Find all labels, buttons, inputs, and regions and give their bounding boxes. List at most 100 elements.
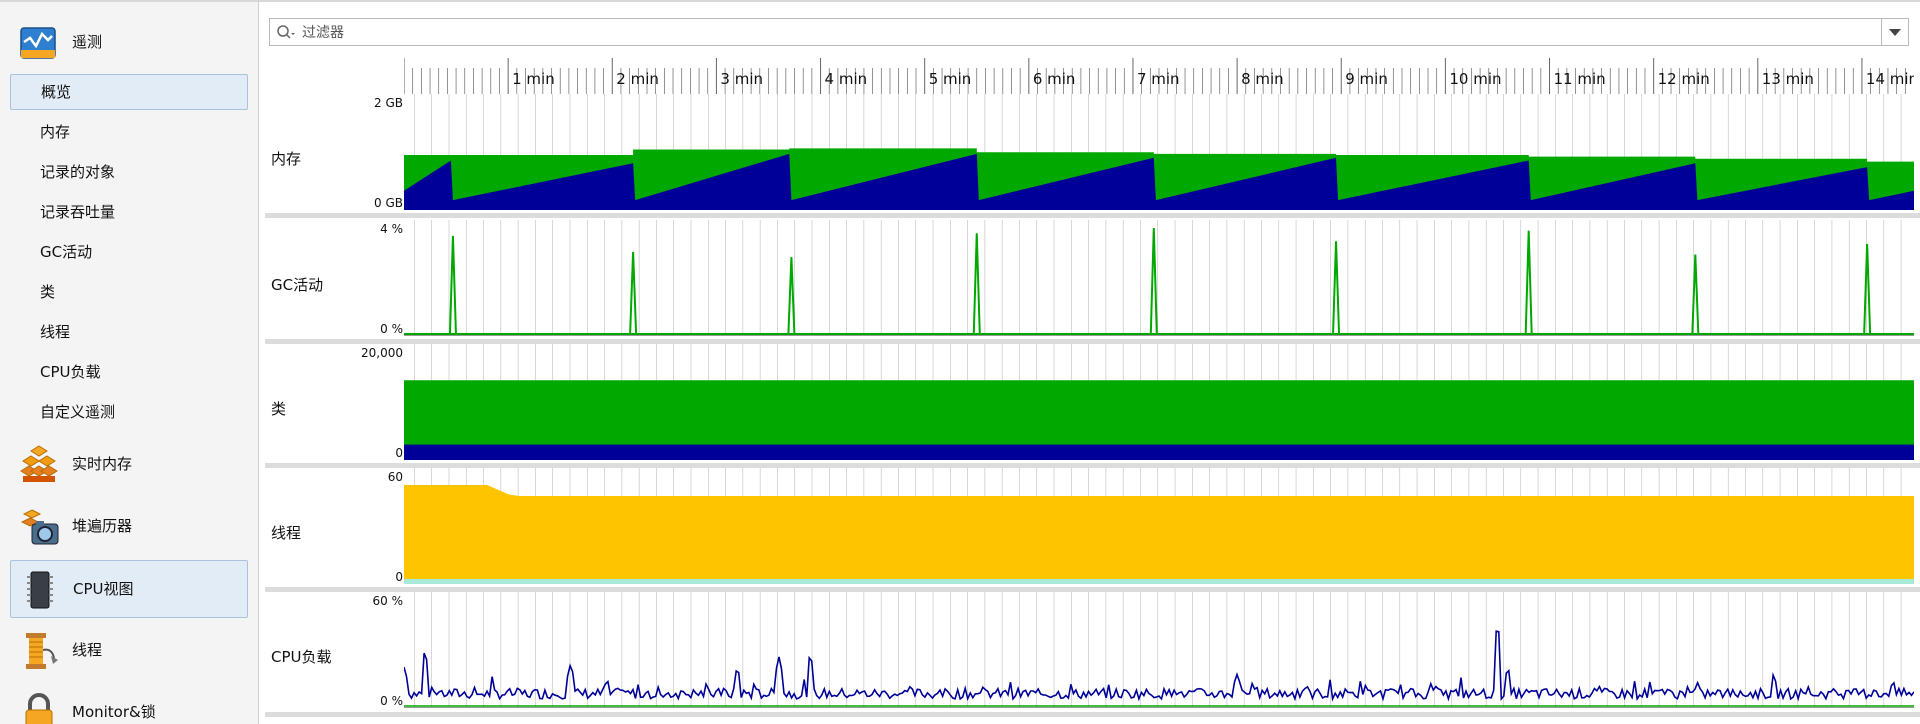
memory-ytick-bottom: 0 GB [374, 196, 403, 210]
gc-spike [787, 257, 796, 335]
sidebar-item-label: 记录的对象 [40, 163, 116, 181]
time-tick-label: 13 min [1762, 70, 1814, 88]
panel-divider [265, 712, 1920, 717]
sidebar-section-heap-walker[interactable]: 堆遍历器 [0, 498, 258, 554]
live-memory-icon [20, 445, 58, 482]
threads-ytick-top: 60 [387, 470, 403, 484]
time-tick-label: 4 min [825, 70, 868, 88]
sidebar-section-label: 线程 [72, 641, 103, 659]
threads-ytick-bottom: 0 [395, 570, 403, 584]
sidebar-top-border [0, 0, 258, 2]
sidebar-item-cpu-load[interactable]: CPU负载 [10, 355, 246, 389]
panel-divider [265, 213, 1920, 218]
panel-memory: 内存 2 GB 0 GB [265, 94, 1920, 218]
time-tick-label: 6 min [1033, 70, 1076, 88]
sidebar-item-recorded-throughput[interactable]: 记录吞吐量 [10, 195, 246, 229]
sidebar-item-threads[interactable]: 线程 [10, 315, 246, 349]
panel-cpu-load: CPU负载 60 % 0 % [265, 592, 1920, 718]
threads-chart [404, 468, 1914, 584]
filter-input[interactable] [300, 21, 1864, 45]
time-tick-label: 1 min [512, 70, 555, 88]
sidebar: 遥测 概览 内存 记录的对象 记录吞吐量 GC活动 类 线程 CPU负载 自定义… [0, 0, 259, 724]
gc-spike [1863, 243, 1872, 335]
gc-spike [629, 251, 638, 335]
sidebar-section-label: 实时内存 [72, 455, 133, 473]
time-tick-label: 8 min [1241, 70, 1284, 88]
sidebar-item-label: 自定义遥测 [40, 403, 116, 421]
memory-chart [404, 94, 1914, 210]
gc-spike [448, 235, 457, 335]
sidebar-item-label: 线程 [40, 323, 71, 341]
sidebar-section-threads[interactable]: 线程 [0, 622, 258, 678]
classes-chart [404, 344, 1914, 460]
sidebar-section-label: 遥测 [72, 33, 103, 51]
heap-walker-icon [20, 509, 59, 545]
sidebar-item-classes[interactable]: 类 [10, 275, 246, 309]
sidebar-item-label: 类 [40, 283, 56, 301]
gc-spike [1149, 227, 1158, 335]
search-icon [277, 25, 295, 39]
threads-area [404, 485, 1914, 584]
classes-ytick-top: 20,000 [361, 346, 403, 360]
grid-lines [414, 220, 1902, 336]
sidebar-section-monitor-lock[interactable]: Monitor&锁 [0, 684, 258, 724]
gc-activity-chart [404, 220, 1914, 336]
panel-label-classes: 类 [271, 400, 287, 418]
sidebar-item-overview[interactable]: 概览 [10, 74, 248, 110]
sidebar-item-label: GC活动 [40, 243, 93, 261]
time-tick-label: 14 min [1866, 70, 1914, 88]
sidebar-item-recorded-objects[interactable]: 记录的对象 [10, 155, 246, 189]
time-axis: 1 min 2 min 3 min 4 min 5 min 6 min 7 min 8 min… [404, 58, 1914, 94]
cpu-ytick-bottom: 0 % [380, 694, 403, 708]
sidebar-item-memory[interactable]: 内存 [10, 115, 246, 149]
sidebar-section-label: 堆遍历器 [72, 517, 133, 535]
filter-dropdown-button[interactable] [1881, 19, 1908, 45]
time-tick-label: 9 min [1345, 70, 1388, 88]
panel-threads: 线程 60 0 [265, 468, 1920, 592]
time-tick-label: 10 min [1449, 70, 1501, 88]
sidebar-section-cpu-views[interactable]: CPU视图 [10, 560, 248, 618]
panel-gc-activity: GC活动 4 % 0 % [265, 220, 1920, 344]
panel-label-gc: GC活动 [271, 276, 324, 294]
sidebar-item-label: 概览 [41, 83, 72, 101]
threads-waiting-band [404, 579, 1914, 584]
gc-ytick-top: 4 % [380, 222, 403, 236]
memory-ytick-top: 2 GB [374, 96, 403, 110]
sidebar-section-telemetry[interactable]: 遥测 [0, 14, 258, 70]
gc-spike [1691, 254, 1700, 335]
cpu-views-icon [27, 571, 53, 609]
monitor-lock-icon [25, 693, 53, 724]
time-tick-label: 2 min [616, 70, 659, 88]
sidebar-item-gc-activity[interactable]: GC活动 [10, 235, 246, 269]
telemetry-overview: 1 min 2 min 3 min 4 min 5 min 6 min 7 min 8 min… [259, 0, 1920, 724]
panel-label-cpu: CPU负载 [271, 648, 332, 666]
cpu-load-chart [404, 592, 1914, 708]
time-tick-label: 3 min [720, 70, 763, 88]
gc-spike [1332, 241, 1341, 335]
time-tick-label: 5 min [929, 70, 972, 88]
time-tick-label: 7 min [1137, 70, 1180, 88]
cpu-load-line [404, 630, 1914, 702]
cpu-ytick-top: 60 % [372, 594, 404, 608]
time-tick-label: 11 min [1554, 70, 1606, 88]
sidebar-item-label: 内存 [40, 123, 71, 141]
gc-spike [972, 233, 981, 335]
main-top-border [259, 0, 1920, 2]
classes-base-area [404, 444, 1914, 460]
panel-label-threads: 线程 [271, 524, 302, 542]
chevron-down-icon [1889, 29, 1901, 36]
sidebar-item-label: 记录吞吐量 [40, 203, 116, 221]
sidebar-section-label: CPU视图 [73, 580, 134, 598]
gc-ytick-bottom: 0 % [380, 322, 403, 336]
classes-ytick-bottom: 0 [395, 446, 403, 460]
gc-spike [1524, 230, 1533, 335]
sidebar-item-label: CPU负载 [40, 363, 101, 381]
sidebar-section-label: Monitor&锁 [72, 703, 156, 721]
panel-classes: 类 20,000 0 [265, 344, 1920, 468]
threads-icon [26, 633, 58, 669]
time-tick-label: 12 min [1658, 70, 1710, 88]
sidebar-item-custom-telemetry[interactable]: 自定义遥测 [10, 395, 246, 429]
telemetry-icon [20, 27, 56, 59]
sidebar-section-live-memory[interactable]: 实时内存 [0, 436, 258, 492]
filter-box[interactable] [269, 18, 1909, 46]
